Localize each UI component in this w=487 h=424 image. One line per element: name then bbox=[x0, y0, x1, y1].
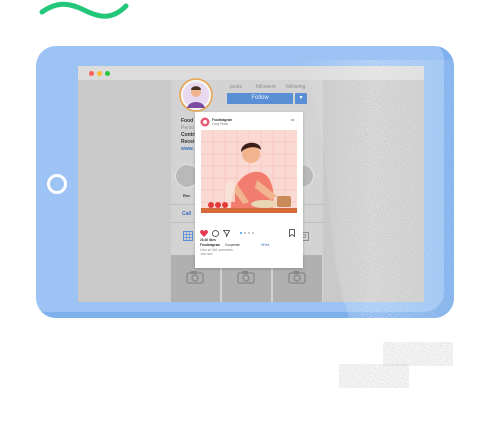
like-heart-icon[interactable] bbox=[200, 230, 208, 237]
caption-username[interactable]: Foodstagram bbox=[200, 243, 220, 247]
window-close-dot[interactable] bbox=[89, 71, 94, 76]
profile-avatar[interactable] bbox=[179, 78, 213, 112]
profile-bio-line: Contri bbox=[181, 132, 196, 138]
stat-posts: posts bbox=[230, 84, 242, 90]
window-minimize-dot[interactable] bbox=[97, 71, 102, 76]
grain-overlay-decoration bbox=[260, 60, 460, 320]
share-icon[interactable] bbox=[223, 230, 230, 237]
grain-patch-decoration bbox=[383, 342, 453, 366]
profile-name: Food bbox=[181, 118, 194, 124]
post-author-avatar[interactable] bbox=[200, 117, 210, 127]
comment-icon[interactable] bbox=[212, 230, 219, 237]
post-timestamp: Just now bbox=[200, 252, 213, 256]
green-swoosh-decoration bbox=[39, 1, 129, 19]
window-maximize-dot[interactable] bbox=[105, 71, 110, 76]
tablet-home-button[interactable] bbox=[47, 174, 67, 194]
caption-text: Cooperate bbox=[225, 243, 240, 247]
highlight-label: Rec bbox=[183, 193, 191, 198]
profile-bio-line: Perso bbox=[181, 125, 195, 131]
camera-icon bbox=[237, 271, 255, 284]
grid-view-icon[interactable] bbox=[183, 231, 193, 241]
profile-bio-line: Recei bbox=[181, 139, 195, 145]
grain-patch-decoration bbox=[339, 364, 409, 388]
camera-icon bbox=[186, 271, 204, 284]
post-likes-count: 20.46 likes bbox=[200, 238, 216, 242]
post-location: Cozy Place bbox=[212, 122, 229, 126]
profile-website-link[interactable]: www. bbox=[181, 146, 194, 152]
call-link[interactable]: Call bbox=[182, 211, 191, 217]
carousel-dots bbox=[240, 232, 258, 234]
